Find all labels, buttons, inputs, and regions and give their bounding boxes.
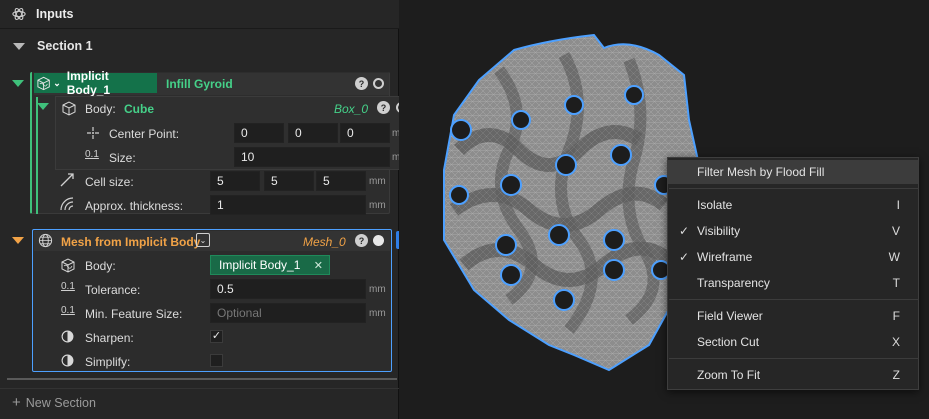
cube-icon — [62, 101, 76, 116]
menu-item-field-viewer[interactable]: Field Viewer F — [668, 304, 918, 328]
gyroid-cube-icon — [61, 258, 75, 273]
menu-separator — [669, 188, 919, 189]
tolerance-label: Tolerance: — [85, 283, 141, 297]
size-label: Size: — [109, 151, 136, 165]
remove-icon[interactable]: ✕ — [314, 259, 323, 272]
mesh-node-expand-marker[interactable] — [12, 237, 24, 244]
help-icon[interactable]: ? — [377, 101, 390, 114]
menu-item-isolate[interactable]: Isolate I — [668, 193, 918, 217]
thickness-arc-icon — [60, 197, 74, 211]
center-point-x-field[interactable]: 0 — [234, 123, 284, 143]
unit-label: mm — [369, 308, 386, 319]
menu-item-visibility[interactable]: ✓ Visibility V — [668, 219, 918, 243]
unit-label: mm — [369, 200, 386, 211]
menu-item-zoom-to-fit[interactable]: Zoom To Fit Z — [668, 363, 918, 387]
node-type-label: Infill Gyroid — [166, 77, 233, 91]
plus-icon: + — [12, 394, 21, 411]
menu-item-transparency[interactable]: Transparency T — [668, 271, 918, 295]
body-label: Body: — [85, 102, 116, 116]
tolerance-field[interactable]: 0.5 — [210, 279, 366, 299]
menu-separator — [669, 358, 919, 359]
check-icon: ✓ — [679, 224, 690, 238]
node-expand-marker[interactable] — [12, 80, 24, 87]
size-field[interactable]: 10 — [234, 147, 390, 167]
center-point-y-field[interactable]: 0 — [288, 123, 338, 143]
diagonal-arrow-icon — [60, 173, 74, 187]
half-circle-icon — [61, 330, 74, 343]
menu-item-wireframe[interactable]: ✓ Wireframe W — [668, 245, 918, 269]
new-section-label: New Section — [25, 395, 96, 410]
implicit-body-title-tag[interactable]: ⌄ Implicit Body_1 — [34, 69, 157, 97]
chevron-down-icon: ⌄ — [199, 235, 207, 245]
globe-icon — [38, 233, 53, 248]
body-subnode-marker[interactable] — [37, 103, 49, 110]
mesh-body-label: Body: — [85, 259, 116, 273]
output-port-icon[interactable] — [373, 78, 384, 89]
menu-item-section-cut[interactable]: Section Cut X — [668, 330, 918, 354]
menu-separator — [669, 299, 919, 300]
mesh-body-input-tag[interactable]: Implicit Body_1 ✕ — [210, 255, 330, 275]
sharpen-checkbox[interactable]: ✓ — [210, 330, 223, 343]
cell-size-label: Cell size: — [85, 175, 134, 189]
center-point-label: Center Point: — [109, 127, 180, 141]
simplify-checkbox[interactable] — [210, 354, 223, 367]
min-feature-size-label: Min. Feature Size: — [85, 307, 183, 321]
body-value[interactable]: Cube — [124, 102, 154, 116]
center-point-z-field[interactable]: 0 — [340, 123, 390, 143]
inputs-panel: Inputs Section 1 ⌄ Implicit Body_1 Infil… — [0, 0, 413, 419]
cell-size-z-field[interactable]: 5 — [316, 171, 366, 191]
menu-item-filter-mesh-by-flood-fill[interactable]: Filter Mesh by Flood Fill — [668, 160, 918, 184]
node-connector-line — [36, 97, 38, 214]
panel-title: Inputs — [36, 7, 74, 21]
half-circle-icon — [61, 354, 74, 367]
number-format-icon: 0.1 — [85, 149, 99, 160]
output-port-icon[interactable] — [373, 235, 384, 246]
mesh-node-title: Mesh from Implicit Body — [61, 235, 201, 249]
crosshair-icon — [87, 127, 99, 139]
min-feature-size-field[interactable]: Optional — [210, 303, 366, 323]
check-icon: ✓ — [679, 250, 690, 264]
help-icon[interactable]: ? — [355, 234, 368, 247]
unit-label: mm — [369, 176, 386, 187]
sharpen-label: Sharpen: — [85, 331, 134, 345]
node-title: Implicit Body_1 — [66, 69, 111, 97]
number-format-icon: 0.1 — [61, 305, 75, 316]
help-icon[interactable]: ? — [355, 77, 368, 90]
approx-thickness-label: Approx. thickness: — [85, 199, 184, 213]
number-format-icon: 0.1 — [61, 281, 75, 292]
gyroid-cube-icon — [37, 76, 50, 91]
cell-size-y-field[interactable]: 5 — [264, 171, 314, 191]
atom-icon — [12, 8, 26, 20]
section-header[interactable]: Section 1 — [0, 31, 399, 61]
inputs-header: Inputs — [0, 0, 399, 29]
body-output-name: Box_0 — [334, 102, 369, 116]
simplify-label: Simplify: — [85, 355, 131, 369]
mesh-output-name: Mesh_0 — [303, 235, 346, 249]
cell-size-x-field[interactable]: 5 — [210, 171, 260, 191]
approx-thickness-field[interactable]: 1 — [210, 195, 366, 215]
node-dropdown-button[interactable]: ⌄ — [196, 233, 210, 247]
collapse-triangle-icon[interactable] — [13, 42, 25, 50]
section-title: Section 1 — [37, 39, 93, 53]
unit-label: mm — [369, 284, 386, 295]
mesh-body-value: Implicit Body_1 — [219, 258, 301, 272]
context-menu: Filter Mesh by Flood Fill Isolate I ✓ Vi… — [667, 157, 919, 390]
divider — [7, 378, 397, 380]
chevron-down-icon[interactable]: ⌄ — [53, 78, 61, 89]
new-section-button[interactable]: + New Section — [0, 388, 399, 416]
